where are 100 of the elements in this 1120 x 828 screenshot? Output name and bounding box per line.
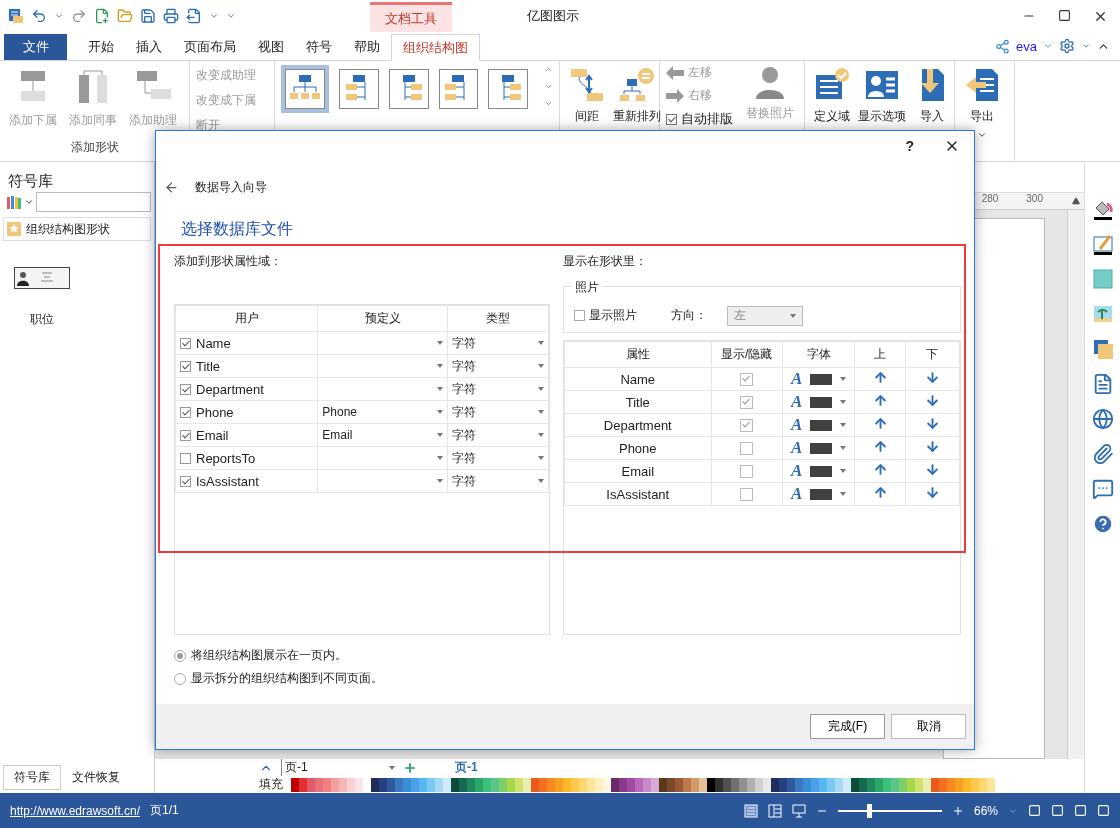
page-select[interactable]: 页-1	[281, 759, 395, 776]
font-button[interactable]: A	[790, 392, 803, 412]
move-down-icon[interactable]	[924, 393, 940, 408]
font-color-swatch[interactable]	[810, 419, 833, 431]
checkbox[interactable]	[666, 113, 677, 125]
customize-icon[interactable]	[226, 11, 236, 21]
ribbon-tab[interactable]: 插入	[125, 34, 173, 60]
split-view-icon[interactable]	[767, 803, 782, 818]
presentation-icon[interactable]	[791, 803, 806, 818]
move-down-icon[interactable]	[924, 439, 940, 454]
ribbon-button[interactable]: 导出	[961, 65, 1003, 142]
zoom-slider[interactable]	[837, 803, 942, 818]
help-icon[interactable]	[1091, 513, 1114, 535]
zoom-level[interactable]: 66%	[973, 803, 998, 818]
comment-icon[interactable]	[1091, 478, 1114, 500]
move-down-icon[interactable]	[924, 370, 940, 385]
zoom-slider-thumb[interactable]	[867, 803, 873, 818]
vertical-scrollbar[interactable]	[1067, 210, 1084, 759]
checkbox[interactable]	[180, 475, 191, 487]
ribbon-tab[interactable]: 符号	[295, 34, 343, 60]
share-icon[interactable]	[995, 38, 1011, 54]
checkbox[interactable]	[574, 310, 585, 321]
move-up-icon[interactable]	[872, 439, 888, 454]
print-icon[interactable]	[163, 8, 179, 24]
visible-checkbox[interactable]	[740, 396, 754, 410]
font-button[interactable]: A	[790, 369, 803, 389]
checkbox[interactable]	[180, 429, 191, 441]
radio-button[interactable]	[174, 672, 186, 685]
search-field[interactable]	[36, 192, 151, 212]
fit-width-icon[interactable]	[1051, 804, 1064, 817]
move-down-icon[interactable]	[924, 416, 940, 431]
visible-checkbox[interactable]	[740, 373, 754, 387]
ribbon-button[interactable]: 重新排列	[610, 65, 664, 127]
checkbox[interactable]	[180, 383, 191, 395]
ribbon-tab[interactable]: 帮助	[343, 34, 391, 60]
font-button[interactable]: A	[790, 415, 803, 435]
visible-checkbox[interactable]	[740, 465, 754, 479]
ribbon-button[interactable]: 显示选项	[855, 65, 909, 127]
font-color-swatch[interactable]	[810, 396, 833, 408]
move-down-icon[interactable]	[924, 462, 940, 477]
font-color-swatch[interactable]	[810, 488, 833, 500]
settings-icon[interactable]	[1059, 38, 1075, 54]
font-color-swatch[interactable]	[810, 465, 833, 477]
visible-checkbox[interactable]	[740, 488, 754, 502]
visible-checkbox[interactable]	[740, 419, 754, 433]
fit-page-icon[interactable]	[1028, 804, 1041, 817]
move-up-icon[interactable]	[872, 416, 888, 431]
layout-option[interactable]	[281, 65, 329, 113]
font-color-swatch[interactable]	[810, 373, 833, 385]
undo-icon[interactable]	[31, 8, 47, 24]
image-icon[interactable]	[1091, 303, 1114, 325]
full-screen-icon[interactable]	[1097, 804, 1110, 817]
caret-icon[interactable]	[24, 197, 34, 207]
maximize-icon[interactable]	[1058, 8, 1071, 22]
caret-icon[interactable]	[54, 11, 64, 21]
scroll-down-icon[interactable]	[544, 82, 553, 91]
library-icon[interactable]	[6, 194, 22, 210]
layout-option[interactable]	[339, 69, 379, 109]
move-up-icon[interactable]	[872, 393, 888, 408]
ribbon-button[interactable]: 定义域	[811, 65, 853, 127]
save-icon[interactable]	[140, 8, 156, 24]
move-up-icon[interactable]	[872, 485, 888, 500]
finish-button[interactable]: 完成(F)	[810, 714, 885, 739]
visible-checkbox[interactable]	[740, 442, 754, 456]
checkbox[interactable]	[180, 452, 191, 464]
font-button[interactable]: A	[790, 438, 803, 458]
panel-tab[interactable]: 符号库	[3, 765, 61, 790]
radio-button[interactable]	[174, 649, 186, 662]
caret-icon[interactable]	[209, 11, 219, 21]
ribbon-tab[interactable]: 视图	[247, 34, 295, 60]
page-tab[interactable]: 页-1	[455, 759, 478, 776]
checkbox[interactable]	[180, 360, 191, 372]
ribbon-button[interactable]: 间距	[566, 65, 608, 127]
file-menu-tab[interactable]: 文件	[4, 34, 67, 60]
layout-option[interactable]	[438, 69, 479, 109]
ribbon-tab[interactable]: 组织结构图	[391, 34, 480, 61]
ribbon-tab[interactable]: 页面布局	[173, 34, 247, 60]
attachment-icon[interactable]	[1091, 443, 1114, 465]
checkbox[interactable]	[180, 337, 191, 349]
help-button[interactable]: ?	[905, 138, 914, 154]
globe-icon[interactable]	[1091, 408, 1114, 430]
caret-icon[interactable]	[1043, 41, 1053, 51]
font-color-swatch[interactable]	[810, 442, 833, 454]
font-button[interactable]: A	[790, 484, 803, 504]
new-file-icon[interactable]	[94, 8, 110, 24]
website-link[interactable]: http://www.edrawsoft.cn/	[10, 803, 141, 818]
layout-option[interactable]	[388, 69, 429, 109]
line-pen-icon[interactable]	[1091, 233, 1114, 255]
zoom-area-icon[interactable]	[1074, 804, 1087, 817]
export-file-icon[interactable]	[186, 8, 202, 24]
cancel-button[interactable]: 取消	[891, 714, 966, 739]
ribbon-button[interactable]: 导入	[911, 65, 953, 127]
move-down-icon[interactable]	[924, 485, 940, 500]
caret-icon[interactable]	[1081, 41, 1091, 51]
move-up-icon[interactable]	[872, 370, 888, 385]
add-page-icon[interactable]	[403, 760, 417, 775]
font-button[interactable]: A	[790, 461, 803, 481]
ribbon-tab[interactable]: 开始	[77, 34, 125, 60]
page-view-icon[interactable]	[743, 803, 758, 818]
scroll-up-icon[interactable]	[1072, 197, 1080, 205]
